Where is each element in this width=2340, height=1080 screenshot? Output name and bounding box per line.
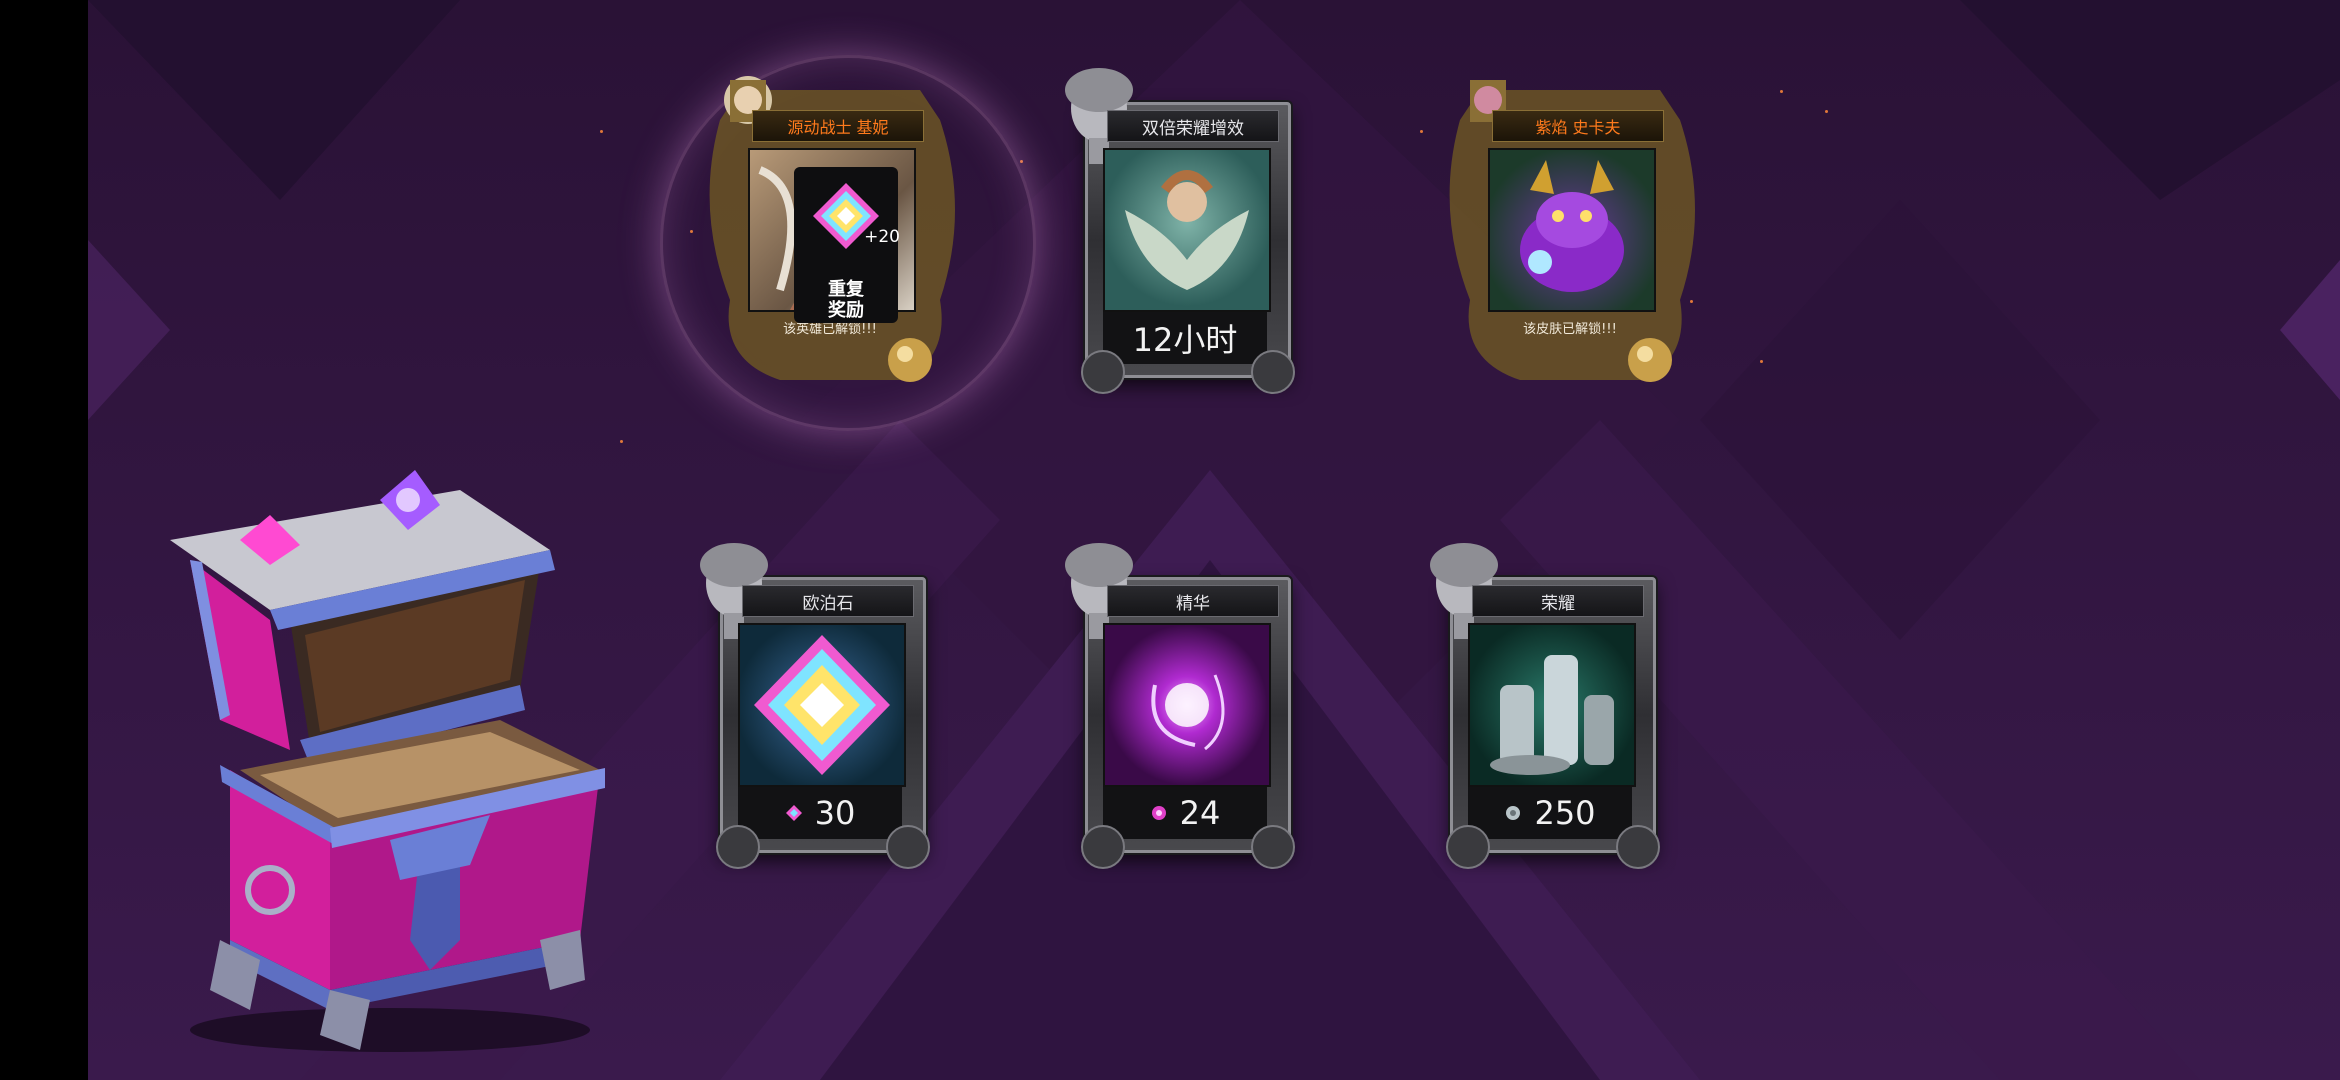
essence-amount: 24 [1103, 787, 1267, 839]
badge-amount: +20 [864, 227, 900, 247]
badge-label-line1: 重复 [828, 279, 864, 300]
treasure-chest-icon [170, 470, 605, 1052]
reward-screen: 源动战士 基妮 该英雄已解锁!!! +20 重复 奖励 双倍荣耀增效 12小时 … [0, 0, 2340, 1080]
spark [1020, 160, 1023, 163]
spark [1760, 360, 1763, 363]
spark [620, 440, 623, 443]
boost-duration: 12小时 [1103, 312, 1267, 364]
boost-duration-value: 12小时 [1132, 321, 1238, 359]
left-edge-bar [0, 0, 88, 1080]
frame-ornament [1616, 825, 1660, 869]
glory-amount-value: 250 [1534, 794, 1596, 832]
spark [1420, 130, 1423, 133]
essence-icon [1151, 806, 1166, 820]
frame-ornament [716, 825, 760, 869]
spark [600, 130, 603, 133]
glory-coin-icon [1506, 806, 1521, 820]
boost-reward-card[interactable]: 双倍荣耀增效 12小时 [1055, 60, 1315, 394]
glory-amount: 250 [1468, 787, 1632, 839]
spark [1825, 110, 1828, 113]
glory-reward-card[interactable]: 荣耀 250 [1420, 535, 1680, 869]
spark [1780, 90, 1783, 93]
opal-gem-icon [754, 635, 890, 775]
essence-reward-card[interactable]: 精华 24 [1055, 535, 1315, 869]
repeat-reward-badge: +20 重复 奖励 [794, 167, 900, 323]
frame-ornament [1251, 350, 1295, 394]
frame-ornament [1081, 350, 1125, 394]
card-title: 源动战士 基妮 [752, 110, 924, 142]
frame-ornament [1251, 825, 1295, 869]
essence-icon [1151, 674, 1225, 751]
card-title: 荣耀 [1472, 585, 1644, 617]
card-title: 欧泊石 [742, 585, 914, 617]
frame-ornament [1446, 825, 1490, 869]
opal-amount: 30 [738, 787, 902, 839]
opal-gem-icon [785, 805, 802, 821]
frame-ornament [1081, 825, 1125, 869]
angel-figure-icon [1125, 170, 1249, 290]
skin-reward-card[interactable]: 紫焰 史卡夫 该皮肤已解锁!!! [1440, 60, 1700, 390]
frame-ornament [886, 825, 930, 869]
glory-coin-icon [1490, 655, 1614, 775]
skin-portrait [1488, 148, 1656, 312]
opal-art [738, 623, 906, 787]
opal-amount-value: 30 [814, 794, 856, 832]
card-title: 精华 [1107, 585, 1279, 617]
boost-art [1103, 148, 1271, 312]
badge-label-line2: 奖励 [828, 300, 864, 321]
card-title: 紫焰 史卡夫 [1492, 110, 1664, 142]
essence-art [1103, 623, 1271, 787]
glory-art [1468, 623, 1636, 787]
essence-amount-value: 24 [1179, 794, 1221, 832]
opal-reward-card[interactable]: 欧泊石 30 [690, 535, 950, 869]
card-title: 双倍荣耀增效 [1107, 110, 1279, 142]
purple-creature-icon [1520, 160, 1624, 292]
badge-label: 重复 奖励 [828, 279, 864, 321]
card-status: 该皮肤已解锁!!! [1523, 321, 1617, 337]
